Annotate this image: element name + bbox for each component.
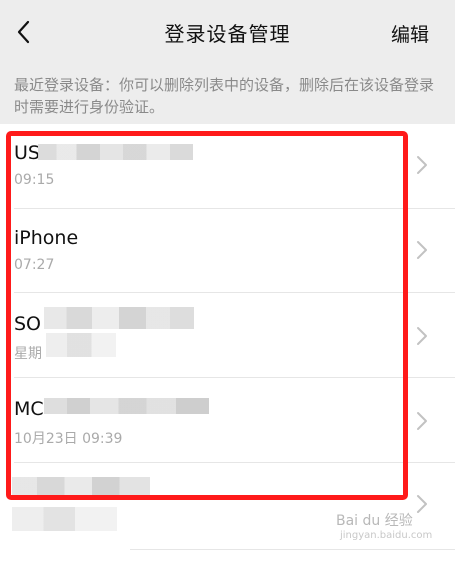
row-divider	[130, 549, 455, 550]
chevron-left-icon[interactable]	[12, 18, 36, 46]
nav-bar: 登录设备管理 编辑	[0, 0, 455, 64]
edit-button[interactable]: 编辑	[391, 20, 429, 47]
chevron-right-icon	[417, 327, 427, 345]
chevron-right-icon	[417, 495, 427, 513]
watermark-url: jingyan.baidu.com	[340, 530, 433, 541]
chevron-right-icon	[417, 156, 427, 174]
chevron-right-icon	[417, 412, 427, 430]
watermark-brand: Bai du 经验	[336, 513, 413, 529]
notice-text: 最近登录设备：你可以删除列表中的设备，删除后在该设备登录时需要进行身份验证。	[14, 76, 435, 116]
highlight-box	[6, 131, 408, 500]
page-title: 登录设备管理	[164, 21, 291, 46]
redacted-block	[12, 507, 117, 531]
chevron-right-icon	[417, 241, 427, 259]
